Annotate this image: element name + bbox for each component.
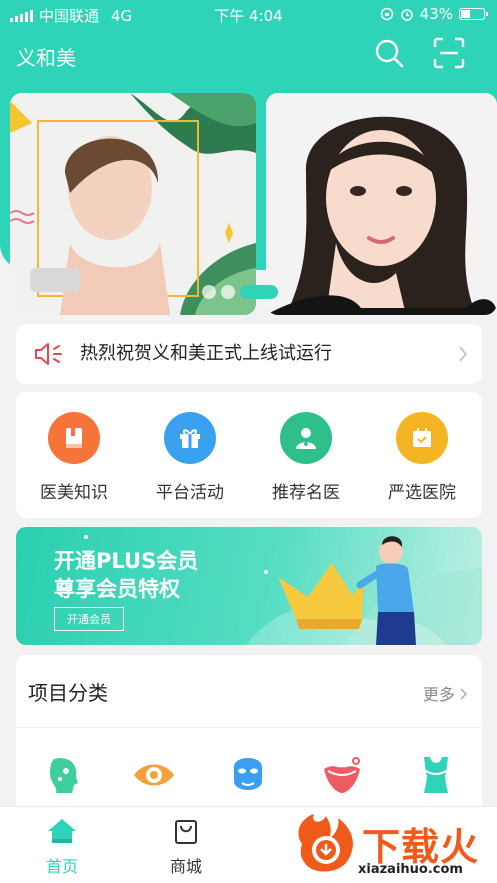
- announcement-bar[interactable]: 热烈祝贺义和美正式上线试运行: [16, 324, 482, 384]
- quick-menu: 医美知识 平台活动 推荐名医 严选医院: [16, 392, 482, 518]
- menu-label: 平台活动: [156, 483, 224, 503]
- plus-subtitle: 尊享会员特权: [54, 577, 180, 601]
- tab-home[interactable]: 首页: [22, 817, 102, 877]
- category-more-link[interactable]: 更多: [423, 681, 468, 705]
- shop-bag-icon: [175, 820, 197, 844]
- plus-title: 开通PLUS会员: [54, 549, 199, 573]
- open-membership-button[interactable]: 开通会员: [54, 607, 124, 631]
- menu-item-knowledge[interactable]: 医美知识: [24, 412, 124, 503]
- face-contour-icon[interactable]: [42, 753, 86, 797]
- menu-label: 推荐名医: [272, 483, 340, 503]
- chevron-right-icon: [460, 688, 468, 700]
- more-label: 更多: [422, 685, 455, 704]
- home-icon: [48, 819, 76, 843]
- search-icon[interactable]: [372, 36, 406, 70]
- speaker-icon: [35, 343, 62, 365]
- alarm-icon: [400, 9, 413, 21]
- body-shape-icon[interactable]: [414, 753, 458, 797]
- menu-item-doctors[interactable]: 推荐名医: [256, 412, 356, 503]
- face-mask-icon[interactable]: [226, 753, 270, 797]
- flame-icon: [298, 814, 353, 872]
- doctor-icon: [280, 412, 332, 464]
- category-section: 项目分类 更多: [16, 655, 482, 815]
- lips-icon[interactable]: [320, 753, 364, 797]
- carousel-indicator: [202, 285, 278, 299]
- tab-label: 商城: [169, 857, 202, 876]
- watermark-domain: xiazaihuo.com: [358, 862, 463, 877]
- battery-icon: [459, 8, 488, 20]
- battery-percent: 43%: [419, 5, 453, 23]
- category-title: 项目分类: [28, 681, 108, 705]
- announcement-text: 热烈祝贺义和美正式上线试运行: [80, 343, 332, 364]
- banner-slide-1[interactable]: [10, 93, 256, 315]
- app-title: 义和美: [16, 46, 76, 70]
- banner-image-skincare: [10, 93, 256, 315]
- rotation-lock-icon: [380, 7, 393, 21]
- status-bar: 中国联通 4G 下午 4:04 43%: [0, 0, 497, 30]
- divider: [16, 727, 482, 728]
- book-icon: [48, 412, 100, 464]
- carousel-dot: [221, 285, 235, 299]
- tab-label: 首页: [45, 857, 78, 876]
- gift-icon: [164, 412, 216, 464]
- scan-icon[interactable]: [432, 36, 466, 70]
- menu-label: 严选医院: [388, 483, 456, 503]
- chevron-right-icon: [459, 346, 468, 362]
- menu-item-hospitals[interactable]: 严选医院: [372, 412, 472, 503]
- banner-slide-2[interactable]: [266, 93, 497, 315]
- menu-label: 医美知识: [40, 483, 108, 503]
- watermark-logo: 下载火 xiazaihuo.com: [292, 814, 497, 883]
- tab-shop[interactable]: 商城: [146, 817, 226, 877]
- banner-carousel[interactable]: [10, 93, 497, 315]
- banner-image-model: [266, 93, 497, 315]
- calendar-icon: [396, 412, 448, 464]
- carousel-dot-active: [240, 285, 278, 299]
- menu-item-activities[interactable]: 平台活动: [140, 412, 240, 503]
- carousel-dot: [202, 285, 216, 299]
- eye-icon[interactable]: [132, 753, 176, 797]
- plus-membership-banner[interactable]: 开通PLUS会员 尊享会员特权 开通会员: [16, 527, 482, 645]
